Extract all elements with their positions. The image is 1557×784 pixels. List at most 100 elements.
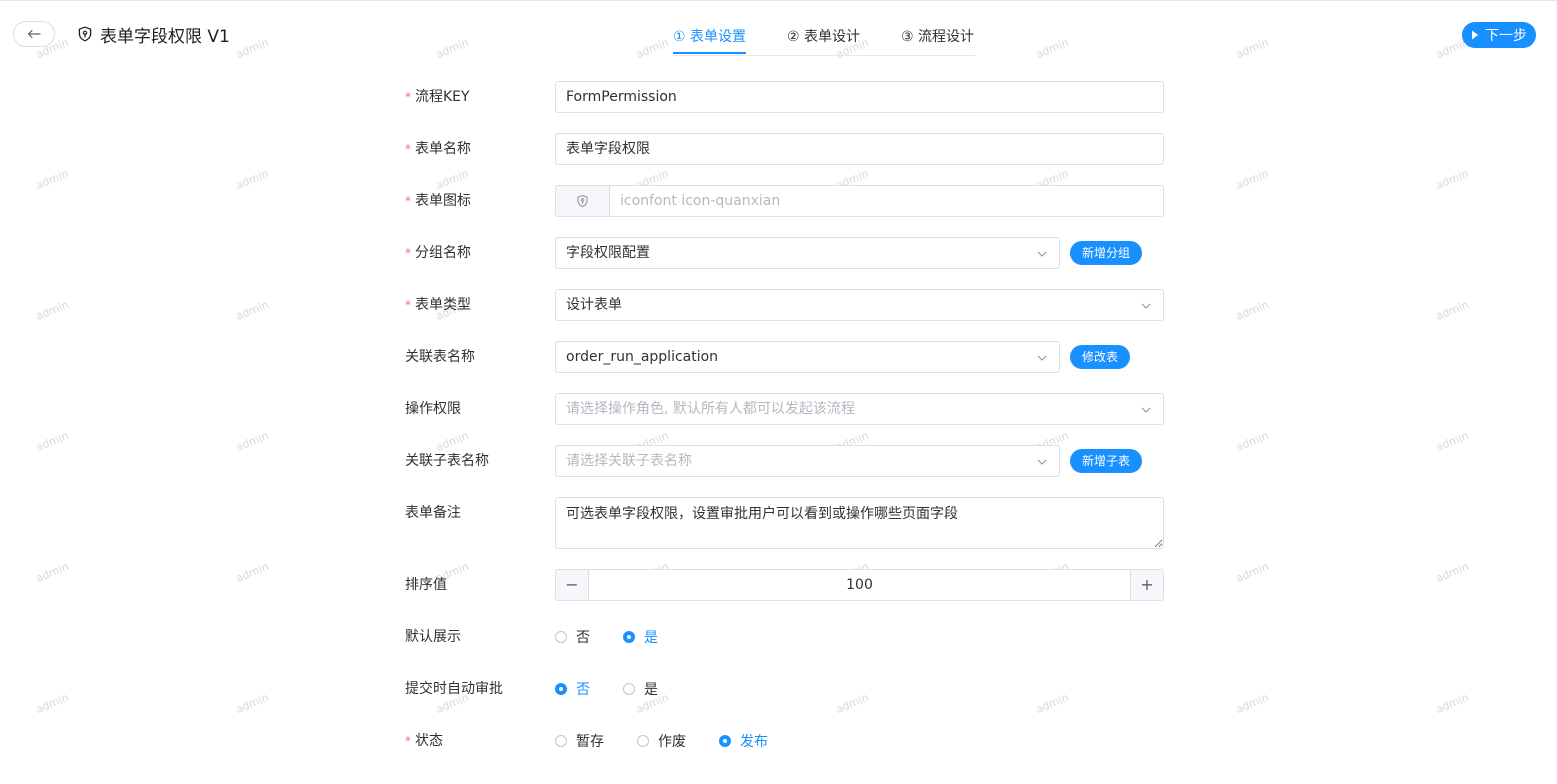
page-header: 表单字段权限 V1 xyxy=(77,22,230,47)
radio-default-show-no[interactable]: 否 xyxy=(555,621,590,653)
watermark-text: admin xyxy=(433,36,471,61)
chevron-down-icon xyxy=(1037,355,1047,361)
watermark-text: admin xyxy=(233,429,271,454)
field-label: 操作权限 xyxy=(405,401,461,417)
radio-circle xyxy=(637,735,649,747)
watermark-text: admin xyxy=(1233,298,1271,323)
watermark-layer: admin admin admin admin admin admin admin admin… xyxy=(0,0,1557,784)
tab-label: ① 表单设置 xyxy=(673,29,747,45)
radio-status-draft[interactable]: 暂存 xyxy=(555,725,604,757)
shield-icon xyxy=(577,194,588,208)
radio-auto-approve-no[interactable]: 否 xyxy=(555,673,590,705)
watermark-text: admin xyxy=(33,429,71,454)
field-label: 提交时自动审批 xyxy=(405,681,503,697)
watermark-text: admin xyxy=(33,560,71,585)
required-mark: * xyxy=(405,246,411,260)
process-key-input[interactable]: FormPermission xyxy=(555,81,1164,113)
back-button[interactable] xyxy=(13,21,55,47)
add-sub-table-button[interactable]: 新增子表 xyxy=(1070,449,1143,473)
edit-table-button[interactable]: 修改表 xyxy=(1070,345,1131,369)
radio-default-show-yes[interactable]: 是 xyxy=(623,621,658,653)
radio-circle xyxy=(555,735,567,747)
watermark-text: admin xyxy=(1433,167,1471,192)
active-tab-underline xyxy=(673,52,747,54)
play-icon xyxy=(1472,30,1478,40)
watermark-text: admin xyxy=(233,298,271,323)
next-step-button[interactable]: 下一步 xyxy=(1462,22,1536,48)
radio-status-publish[interactable]: 发布 xyxy=(719,725,768,757)
watermark-text: admin xyxy=(33,167,71,192)
arrow-left-icon xyxy=(27,29,41,39)
group-name-select[interactable]: 字段权限配置 xyxy=(555,237,1060,269)
chevron-down-icon xyxy=(1037,459,1047,465)
watermark-text: admin xyxy=(833,691,871,716)
watermark-text: admin xyxy=(233,36,271,61)
page-title: 表单字段权限 V1 xyxy=(100,26,230,47)
field-label: * 表单图标 xyxy=(405,193,471,209)
chevron-down-icon xyxy=(1141,407,1151,413)
tab-form-settings[interactable]: ① 表单设置 xyxy=(673,26,747,54)
radio-circle xyxy=(719,735,731,747)
decrement-button[interactable]: − xyxy=(556,570,589,600)
field-label: * 流程KEY xyxy=(405,89,470,105)
increment-button[interactable]: + xyxy=(1130,570,1163,600)
field-label: * 表单类型 xyxy=(405,297,471,313)
chevron-down-icon xyxy=(1037,251,1047,257)
watermark-text: admin xyxy=(233,691,271,716)
step-tabs: ① 表单设置 ② 表单设计 ③ 流程设计 xyxy=(673,26,975,56)
watermark-text: admin xyxy=(1033,691,1071,716)
field-label: 表单备注 xyxy=(405,505,461,521)
watermark-text: admin xyxy=(1433,691,1471,716)
tab-label: ③ 流程设计 xyxy=(901,29,975,45)
icon-picker-button[interactable] xyxy=(556,186,610,216)
watermark-text: admin xyxy=(1433,298,1471,323)
required-mark: * xyxy=(405,734,411,748)
remark-textarea[interactable] xyxy=(555,497,1164,549)
form-name-input[interactable]: 表单字段权限 xyxy=(555,133,1164,165)
permission-select[interactable]: 请选择操作角色, 默认所有人都可以发起该流程 xyxy=(555,393,1164,425)
watermark-text: admin xyxy=(1233,36,1271,61)
sort-stepper: − 100 + xyxy=(555,569,1164,601)
required-mark: * xyxy=(405,194,411,208)
form-icon-input[interactable]: iconfont icon-quanxian xyxy=(555,185,1164,217)
watermark-text: admin xyxy=(1233,691,1271,716)
required-mark: * xyxy=(405,298,411,312)
field-label: 默认展示 xyxy=(405,629,461,645)
next-step-label: 下一步 xyxy=(1485,28,1527,44)
sort-value-input[interactable]: 100 xyxy=(588,570,1131,600)
watermark-text: admin xyxy=(1233,167,1271,192)
sub-table-select[interactable]: 请选择关联子表名称 xyxy=(555,445,1060,477)
watermark-text: admin xyxy=(33,691,71,716)
watermark-text: admin xyxy=(1233,560,1271,585)
field-label: * 状态 xyxy=(405,733,443,749)
tab-form-design[interactable]: ② 表单设计 xyxy=(787,26,860,46)
add-group-button[interactable]: 新增分组 xyxy=(1070,241,1143,265)
watermark-text: admin xyxy=(33,298,71,323)
field-label: * 表单名称 xyxy=(405,141,471,157)
tab-flow-design[interactable]: ③ 流程设计 xyxy=(901,26,974,46)
tab-label: ② 表单设计 xyxy=(787,29,861,45)
chevron-down-icon xyxy=(1141,303,1151,309)
watermark-text: admin xyxy=(1433,429,1471,454)
watermark-text: admin xyxy=(1433,560,1471,585)
radio-circle xyxy=(623,683,635,695)
watermark-text: admin xyxy=(1233,429,1271,454)
watermark-text: admin xyxy=(233,560,271,585)
radio-status-void[interactable]: 作废 xyxy=(637,725,686,757)
radio-circle xyxy=(555,631,567,643)
watermark-text: admin xyxy=(233,167,271,192)
field-label: * 分组名称 xyxy=(405,245,471,261)
field-label: 排序值 xyxy=(405,577,447,593)
radio-auto-approve-yes[interactable]: 是 xyxy=(623,673,658,705)
required-mark: * xyxy=(405,142,411,156)
shield-icon xyxy=(78,26,92,42)
form-type-select[interactable]: 设计表单 xyxy=(555,289,1164,321)
watermark-text: admin xyxy=(1033,36,1071,61)
radio-circle xyxy=(555,683,567,695)
required-mark: * xyxy=(405,90,411,104)
linked-table-select[interactable]: order_run_application xyxy=(555,341,1060,373)
watermark-text: admin xyxy=(633,36,671,61)
field-label: 关联子表名称 xyxy=(405,453,489,469)
field-label: 关联表名称 xyxy=(405,349,475,365)
radio-circle xyxy=(623,631,635,643)
